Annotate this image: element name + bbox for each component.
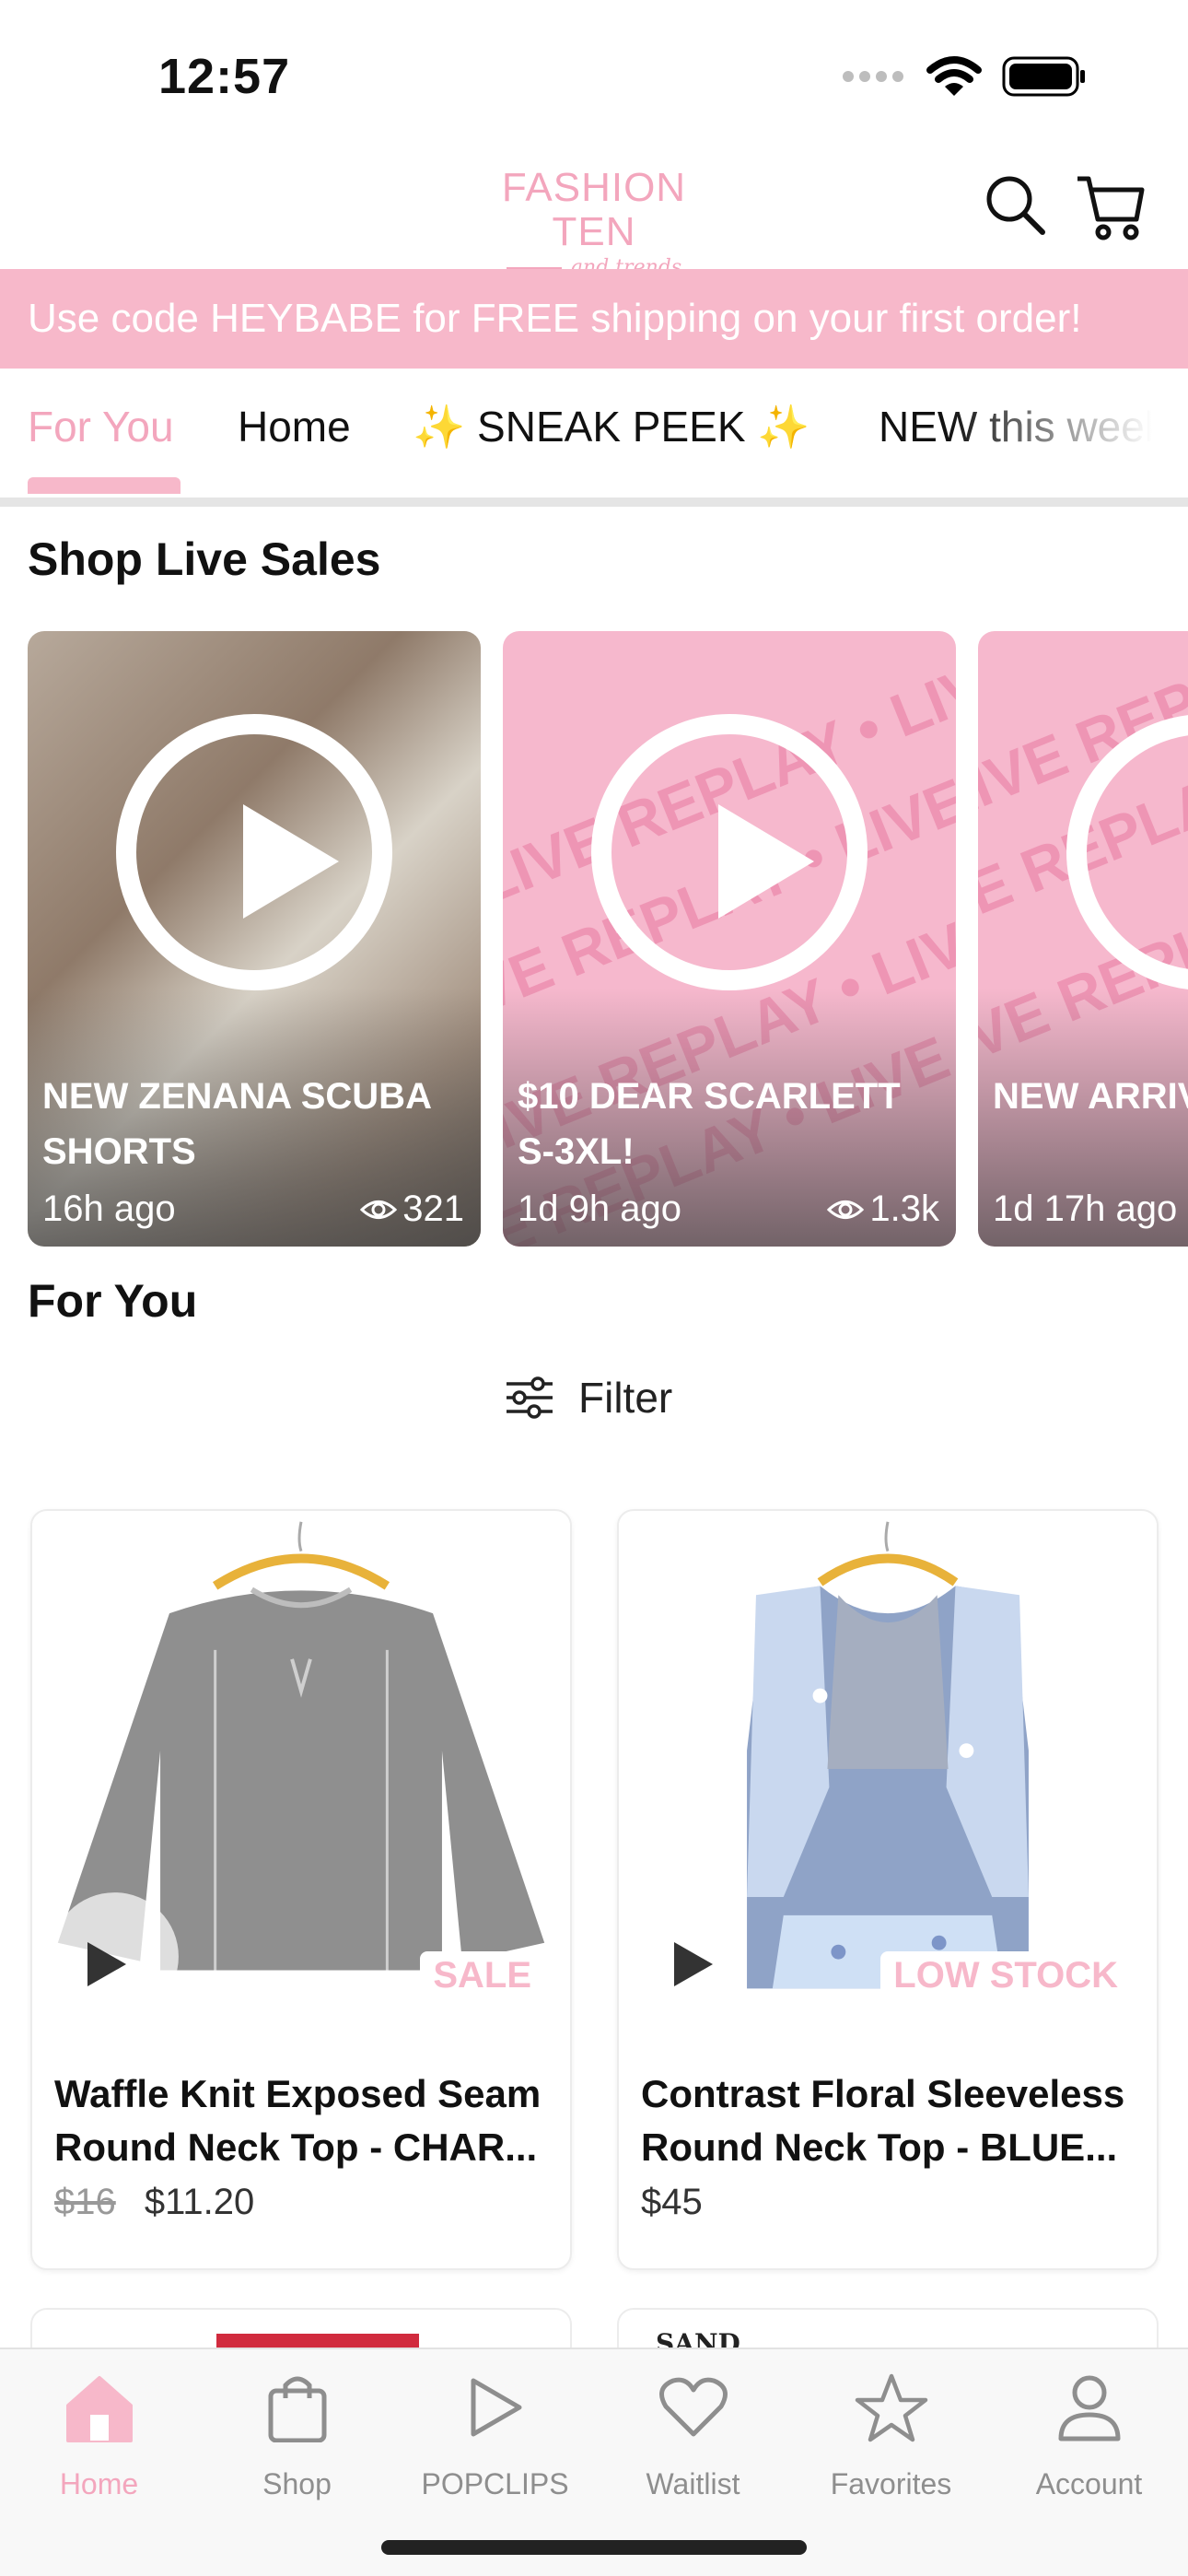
search-icon[interactable] — [984, 173, 1048, 242]
for-you-title: For You — [28, 1275, 198, 1327]
sale-badge: SALE — [420, 1951, 544, 2000]
filter-sliders-icon — [507, 1376, 553, 1419]
live-sale-time: 1d 9h ago — [518, 1188, 681, 1229]
live-sale-views: 321 — [360, 1188, 464, 1230]
video-play-icon[interactable] — [87, 1942, 126, 1986]
product-price: $16 $11.20 — [54, 2182, 254, 2223]
play-icon — [243, 804, 339, 919]
live-sale-card[interactable]: NEW ZENANA SCUBA SHORTS 16h ago 321 — [28, 631, 481, 1247]
original-price: $16 — [54, 2182, 116, 2222]
nav-home[interactable]: Home — [0, 2366, 198, 2501]
cart-icon[interactable] — [1076, 173, 1146, 248]
product-price: $45 — [641, 2182, 703, 2223]
status-icons — [842, 55, 1087, 98]
active-tab-indicator — [28, 477, 181, 494]
tab-home[interactable]: Home — [238, 402, 351, 451]
nav-popclips[interactable]: POPCLIPS — [396, 2366, 594, 2501]
category-tabs: For You Home ✨ SNEAK PEEK ✨ NEW this wee… — [0, 369, 1188, 507]
nav-waitlist[interactable]: Waitlist — [594, 2366, 792, 2501]
logo-wordmark: FASHION TEN — [501, 165, 687, 254]
status-bar: 12:57 — [0, 0, 1188, 147]
eye-icon — [827, 1200, 865, 1219]
play-icon — [396, 2366, 594, 2449]
product-card[interactable]: LOW STOCK Contrast Floral Sleeveless Rou… — [617, 1509, 1159, 2270]
home-indicator — [381, 2540, 807, 2555]
signal-dots-icon — [843, 71, 903, 82]
shopping-bag-icon — [198, 2366, 396, 2449]
live-sale-title: $10 DEAR SCARLETT S-3XL! — [518, 1076, 901, 1172]
nav-shop[interactable]: Shop — [198, 2366, 396, 2501]
heart-icon — [594, 2366, 792, 2449]
status-time: 12:57 — [158, 49, 291, 104]
live-sale-card[interactable]: LIVE REPLAY • LIVE REPLAY • LIVE REPLAY … — [978, 631, 1188, 1247]
eye-icon — [360, 1200, 398, 1219]
star-icon — [792, 2366, 990, 2449]
brand-logo[interactable]: FASHION TEN and trends — [497, 166, 691, 282]
live-sale-time: 16h ago — [42, 1188, 176, 1229]
home-icon — [0, 2366, 198, 2449]
live-sale-views: 1.3k — [827, 1188, 939, 1230]
app-header: FASHION TEN and trends — [0, 147, 1188, 279]
wifi-icon — [926, 56, 982, 96]
price: $45 — [641, 2182, 703, 2222]
play-icon — [718, 804, 814, 919]
tabs-fade — [949, 369, 1188, 498]
live-sale-title: NEW ZENANA SCUBA SHORTS — [42, 1076, 431, 1172]
video-play-icon[interactable] — [674, 1942, 713, 1986]
product-card[interactable]: SALE Waffle Knit Exposed Seam Round Neck… — [30, 1509, 572, 2270]
tab-sneak-peek[interactable]: ✨ SNEAK PEEK ✨ — [413, 402, 810, 452]
live-sale-title: NEW ARRIVALS LUNCHTIME — [993, 1076, 1188, 1117]
tab-for-you[interactable]: For You — [28, 402, 174, 451]
live-sales-title: Shop Live Sales — [28, 533, 381, 585]
low-stock-badge: LOW STOCK — [880, 1951, 1131, 2000]
live-sale-time: 1d 17h ago — [993, 1188, 1178, 1229]
nav-account[interactable]: Account — [990, 2366, 1188, 2501]
promo-banner[interactable]: Use code HEYBABE for FREE shipping on yo… — [0, 269, 1188, 369]
product-name: Contrast Floral Sleeveless Round Neck To… — [641, 2072, 1125, 2169]
sale-price: $11.20 — [144, 2182, 255, 2222]
filter-button[interactable]: Filter — [505, 1373, 672, 1423]
filter-label: Filter — [578, 1374, 673, 1422]
product-name: Waffle Knit Exposed Seam Round Neck Top … — [54, 2072, 542, 2169]
nav-favorites[interactable]: Favorites — [792, 2366, 990, 2501]
live-sale-card[interactable]: LIVE REPLAY • LIVE REPLAY • LIVE REPLAY … — [503, 631, 956, 1247]
battery-icon — [1002, 56, 1085, 97]
person-icon — [990, 2366, 1188, 2449]
